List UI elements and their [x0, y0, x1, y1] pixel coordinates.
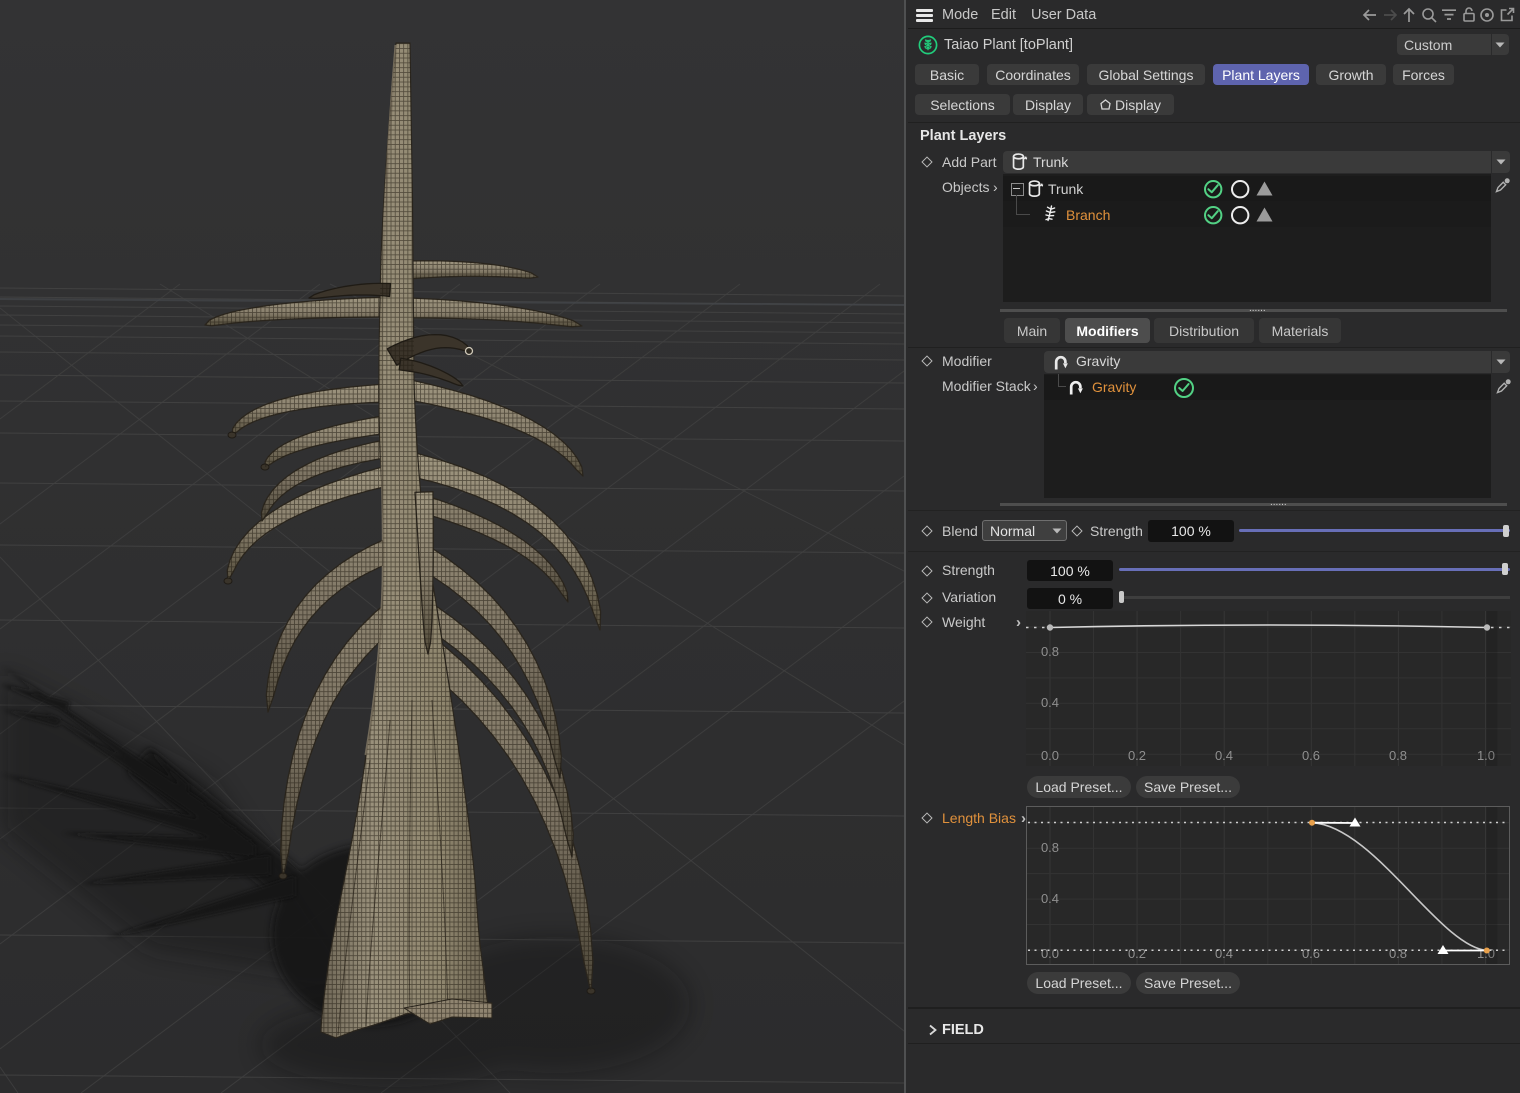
svg-text:0.6: 0.6 — [1302, 946, 1320, 961]
svg-text:0.0: 0.0 — [1041, 946, 1059, 961]
svg-text:0.4: 0.4 — [1215, 946, 1233, 961]
svg-text:0.6: 0.6 — [1302, 748, 1320, 763]
svg-text:0.2: 0.2 — [1128, 946, 1146, 961]
svg-text:0.2: 0.2 — [1128, 748, 1146, 763]
svg-text:0.8: 0.8 — [1389, 748, 1407, 763]
svg-text:0.8: 0.8 — [1041, 840, 1059, 855]
svg-text:0.0: 0.0 — [1041, 748, 1059, 763]
svg-text:0.8: 0.8 — [1389, 946, 1407, 961]
svg-text:0.4: 0.4 — [1215, 748, 1233, 763]
svg-text:0.4: 0.4 — [1041, 891, 1059, 906]
svg-text:0.4: 0.4 — [1041, 695, 1059, 710]
svg-text:0.8: 0.8 — [1041, 644, 1059, 659]
